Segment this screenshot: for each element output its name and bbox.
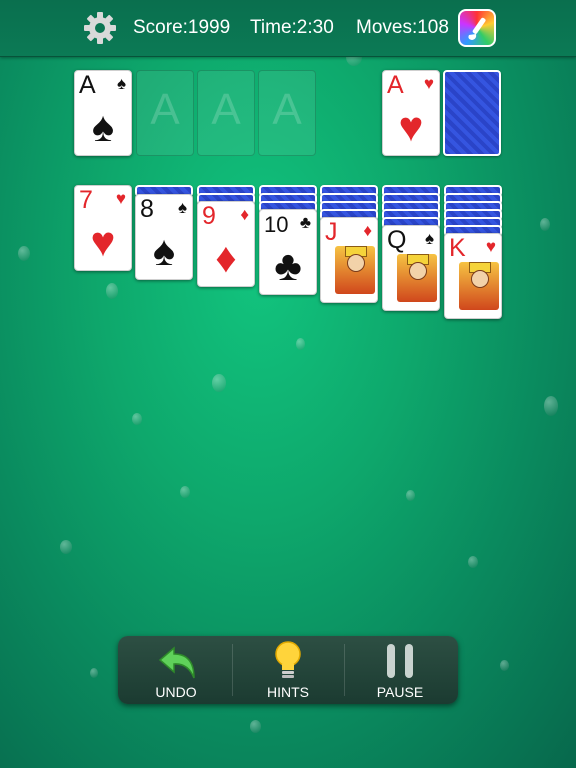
tableau-card-7-hearts[interactable]: 7 ♥ ♥ [74, 185, 132, 271]
card-rank: 9 [202, 202, 216, 230]
diamond-icon: ♦ [363, 221, 372, 240]
time-label: Time:2:30 [250, 17, 334, 38]
foundation-spades[interactable]: A ♠ ♠ [74, 70, 132, 156]
card-rank: J [325, 218, 338, 246]
theme-brush-icon[interactable] [458, 9, 496, 47]
pause-icon [387, 644, 413, 678]
card-rank: 8 [140, 195, 154, 223]
heart-icon: ♥ [115, 189, 126, 208]
tableau-card-10-clubs[interactable]: 10 ♣ ♣ [259, 209, 317, 295]
diamond-icon: ♦ [240, 205, 249, 224]
heart-icon: ♥ [485, 237, 496, 256]
game-screen: { "header": { "settings_icon": "gear-ico… [0, 0, 576, 768]
jack-portrait-icon [335, 246, 375, 294]
card-rank: K [449, 234, 466, 262]
club-icon: ♣ [299, 213, 311, 232]
pause-label: PAUSE [376, 684, 424, 700]
card-rank: Q [387, 226, 407, 254]
hints-label: HINTS [267, 684, 309, 700]
pause-button[interactable]: PAUSE [344, 636, 456, 704]
foundation-placeholder: A [211, 85, 241, 134]
heart-icon: ♥ [90, 218, 116, 265]
card-rank: A [79, 71, 96, 99]
tableau-card-9-diamonds[interactable]: 9 ♦ ♦ [197, 201, 255, 287]
spade-icon: ♠ [91, 103, 115, 150]
queen-portrait-icon [397, 254, 437, 302]
tableau-card-king-hearts[interactable]: K ♥ [444, 233, 502, 319]
waste-pile-card[interactable]: A ♥ ♥ [382, 70, 440, 156]
top-bar: Score:1999 Time:2:30 Moves:108 [0, 0, 576, 57]
hints-button[interactable]: HINTS [232, 636, 344, 704]
card-rank: A [387, 71, 404, 99]
tableau-card-jack-diamonds[interactable]: J ♦ [320, 217, 378, 303]
bottom-toolbar: UNDO HINTS PAUSE [118, 636, 458, 704]
tableau-card-queen-spades[interactable]: Q ♠ [382, 225, 440, 311]
foundation-placeholder: A [150, 85, 180, 134]
undo-label: UNDO [155, 684, 197, 700]
score-label: Score:1999 [133, 17, 231, 38]
spade-icon: ♠ [177, 198, 187, 217]
king-portrait-icon [459, 262, 499, 310]
heart-icon: ♥ [398, 103, 424, 150]
spade-icon: ♠ [116, 74, 126, 93]
foundation-slot-3[interactable]: A [197, 70, 255, 156]
club-icon: ♣ [274, 242, 302, 289]
gear-icon[interactable] [82, 10, 118, 46]
diamond-icon: ♦ [215, 234, 237, 281]
lightbulb-icon [275, 641, 301, 678]
heart-icon: ♥ [423, 74, 434, 93]
tableau-card-8-spades[interactable]: 8 ♠ ♠ [135, 194, 193, 280]
moves-label: Moves:108 [356, 17, 449, 38]
card-rank: 10 [264, 212, 289, 237]
undo-button[interactable]: UNDO [120, 636, 232, 704]
spade-icon: ♠ [152, 227, 176, 274]
card-rank: 7 [79, 186, 93, 214]
foundation-slot-2[interactable]: A [136, 70, 194, 156]
stock-pile[interactable] [443, 70, 501, 156]
undo-arrow-icon [158, 646, 195, 679]
foundation-placeholder: A [272, 85, 302, 134]
spade-icon: ♠ [424, 229, 434, 248]
foundation-slot-4[interactable]: A [258, 70, 316, 156]
